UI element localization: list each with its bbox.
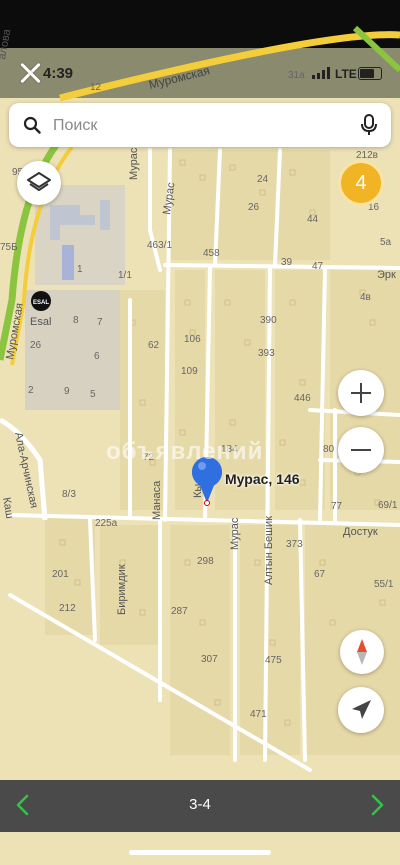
- chevron-right-icon[interactable]: [364, 792, 390, 818]
- svg-text:393: 393: [258, 348, 275, 359]
- svg-text:47: 47: [312, 261, 324, 272]
- minus-icon: [351, 449, 371, 451]
- svg-text:67: 67: [314, 569, 326, 580]
- search-bar[interactable]: [9, 103, 391, 147]
- svg-text:2: 2: [28, 385, 34, 396]
- svg-text:75Б: 75Б: [0, 242, 18, 253]
- svg-text:373: 373: [286, 539, 303, 550]
- svg-text:5: 5: [90, 389, 96, 400]
- svg-text:475: 475: [265, 655, 282, 666]
- street-muras-top: Мурас: [128, 147, 140, 180]
- svg-text:1: 1: [77, 264, 83, 275]
- svg-text:77: 77: [331, 501, 343, 512]
- svg-text:44: 44: [307, 214, 319, 225]
- svg-text:463/1: 463/1: [147, 240, 172, 251]
- page-indicator: 3-4: [189, 796, 211, 813]
- svg-text:4в: 4в: [360, 292, 371, 303]
- svg-text:307: 307: [201, 654, 218, 665]
- my-location-button[interactable]: [338, 687, 384, 733]
- plus-icon: [351, 383, 371, 403]
- cluster-badge[interactable]: 4: [338, 160, 384, 206]
- svg-text:298: 298: [197, 556, 214, 567]
- signal-icon: [312, 67, 332, 79]
- svg-text:26: 26: [248, 202, 260, 213]
- esal-poi-label[interactable]: Esal: [30, 316, 51, 328]
- svg-text:8: 8: [73, 315, 79, 326]
- layers-button[interactable]: [17, 161, 61, 205]
- street-erk: Эрк: [377, 269, 396, 281]
- zoom-in-button[interactable]: [338, 370, 384, 416]
- street-dostuk: Достук: [343, 526, 378, 538]
- search-icon: [23, 116, 41, 134]
- svg-text:446: 446: [294, 393, 311, 404]
- svg-text:7: 7: [97, 317, 103, 328]
- svg-text:80: 80: [323, 444, 335, 455]
- home-indicator[interactable]: [129, 850, 271, 855]
- close-icon[interactable]: [15, 58, 45, 88]
- mic-icon[interactable]: [361, 114, 377, 136]
- street-manasa: Манаса: [151, 480, 163, 520]
- svg-text:201: 201: [52, 569, 69, 580]
- battery-icon: [358, 67, 382, 80]
- svg-text:106: 106: [184, 334, 201, 345]
- search-input[interactable]: [51, 107, 345, 145]
- svg-text:6: 6: [94, 351, 100, 362]
- svg-text:62: 62: [148, 340, 160, 351]
- map-screen: Муромская Муромская Мурас Мурас Мурас Ма…: [0, 0, 400, 865]
- svg-text:26: 26: [30, 340, 42, 351]
- zoom-out-button[interactable]: [338, 427, 384, 473]
- network-type: LTE: [335, 67, 357, 81]
- status-time: 4:39: [43, 65, 74, 82]
- svg-text:471: 471: [250, 709, 267, 720]
- watermark: объявлений: [106, 438, 264, 465]
- street-birimdik: Биримдик: [116, 564, 128, 615]
- svg-text:109: 109: [181, 366, 198, 377]
- esal-logo-text: ESAL: [33, 300, 49, 306]
- svg-text:8/3: 8/3: [62, 489, 76, 500]
- svg-text:5а: 5а: [380, 237, 392, 248]
- svg-text:225а: 225а: [95, 518, 118, 529]
- compass-icon: [357, 639, 367, 665]
- svg-text:1/1: 1/1: [118, 270, 132, 281]
- svg-text:287: 287: [171, 606, 188, 617]
- layers-icon: [27, 172, 51, 191]
- bottom-pagination-bar: 3-4: [0, 780, 400, 832]
- svg-text:212: 212: [59, 603, 76, 614]
- svg-text:55/1: 55/1: [374, 579, 394, 590]
- status-bar: 4:39 LTE: [0, 58, 400, 88]
- svg-text:69/1: 69/1: [378, 500, 398, 511]
- pin-address-label[interactable]: Мурас, 146: [225, 471, 300, 487]
- svg-text:390: 390: [260, 315, 277, 326]
- compass-button[interactable]: [340, 630, 384, 674]
- street-muras-low: Мурас: [229, 517, 241, 550]
- svg-text:458: 458: [203, 248, 220, 259]
- svg-text:39: 39: [281, 257, 293, 268]
- street-altyn-beshik: Алтын Бешик: [263, 516, 275, 585]
- location-arrow-icon: [352, 700, 371, 719]
- svg-text:24: 24: [257, 174, 269, 185]
- svg-text:9: 9: [64, 386, 70, 397]
